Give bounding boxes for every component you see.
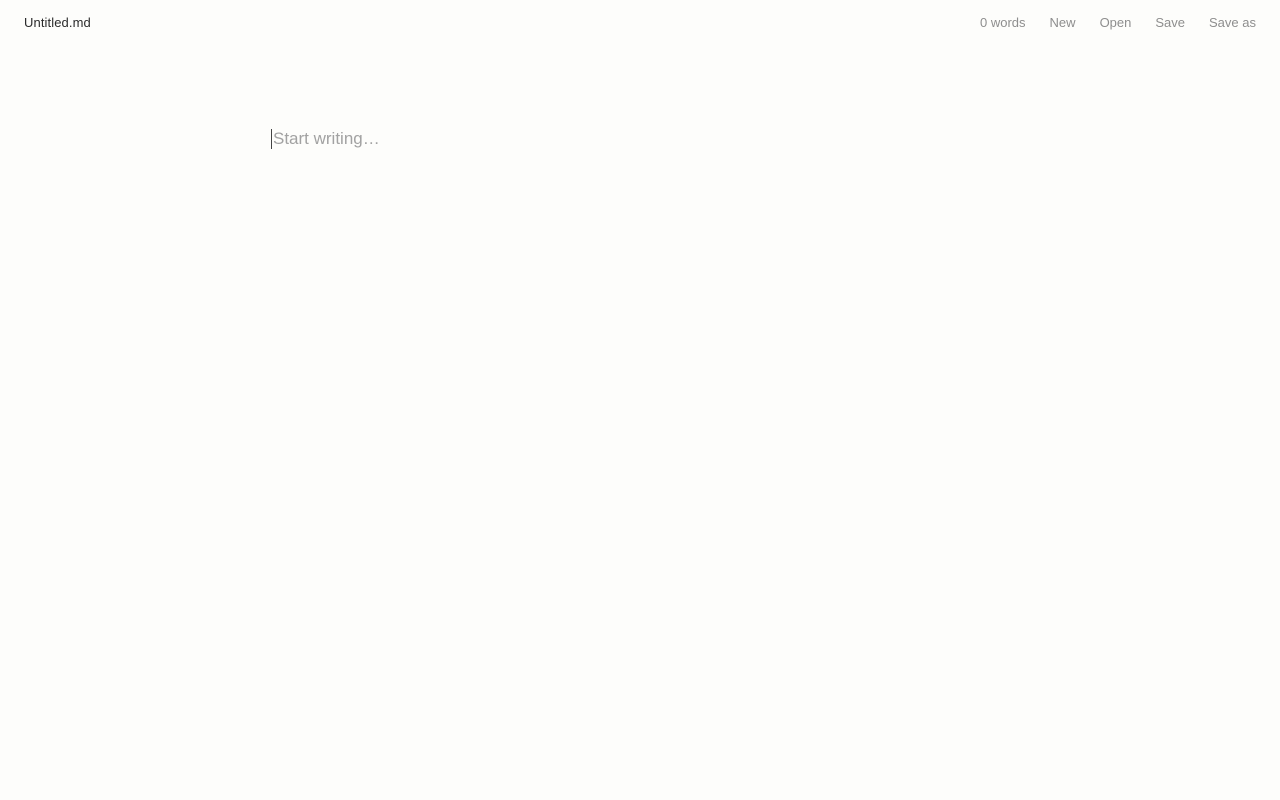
editor-placeholder: Start writing… <box>273 129 380 148</box>
editor-area[interactable]: Start writing… <box>271 127 1011 727</box>
open-button[interactable]: Open <box>1100 15 1132 30</box>
word-count: 0 words <box>980 14 1026 30</box>
document-title: Untitled.md <box>24 14 91 30</box>
top-toolbar: Untitled.md 0 words New Open Save Save a… <box>0 0 1280 44</box>
toolbar-actions: 0 words New Open Save Save as <box>980 15 1256 30</box>
save-button[interactable]: Save <box>1155 15 1185 30</box>
new-button[interactable]: New <box>1050 15 1076 30</box>
text-caret <box>271 129 272 149</box>
save-as-button[interactable]: Save as <box>1209 15 1256 30</box>
